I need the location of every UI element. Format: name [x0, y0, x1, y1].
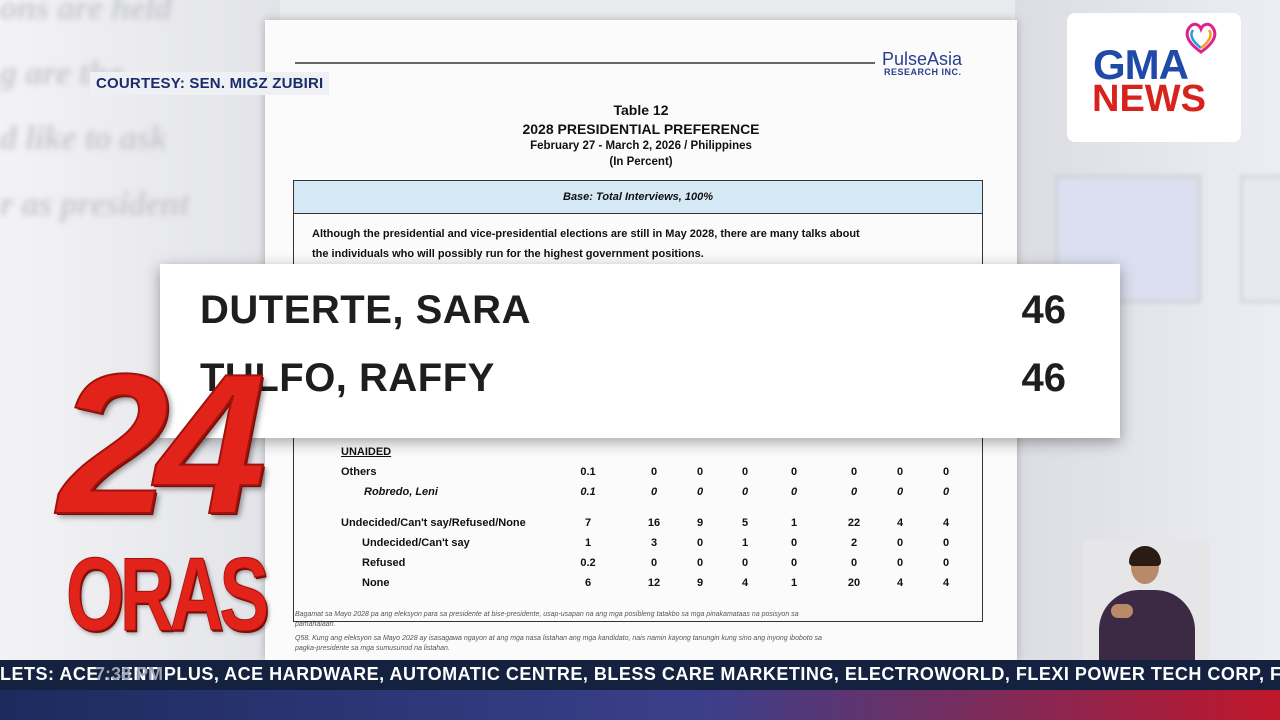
row-value: 0	[896, 486, 904, 498]
candidate-value: 46	[1021, 356, 1067, 400]
header-rule	[295, 62, 875, 64]
table-row: None 6 12 9 4 1 20 4 4	[294, 577, 982, 593]
intro-line: Although the presidential and vice-presi…	[312, 228, 860, 240]
row-value: 0	[696, 557, 704, 569]
row-value: 1	[790, 517, 798, 529]
row-label: Refused	[362, 557, 406, 569]
row-value: 9	[696, 577, 704, 589]
row-value: 0	[896, 537, 904, 549]
row-value: 0	[790, 486, 798, 498]
footnote-line: pagka-presidente sa mga sumusunod na lis…	[295, 645, 450, 652]
row-value: 1	[741, 537, 749, 549]
table-row: Refused 0.2 0 0 0 0 0 0 0	[294, 557, 982, 573]
interpreter-hair	[1129, 546, 1161, 566]
row-value: 0	[942, 486, 950, 498]
row-value: 3	[650, 537, 658, 549]
row-value: 4	[741, 577, 749, 589]
row-value: 4	[896, 517, 904, 529]
section-label: UNAIDED	[341, 446, 392, 458]
row-value: 4	[896, 577, 904, 589]
news-ticker: LETS: ACE ...ENT PLUS, ACE HARDWARE, AUT…	[0, 660, 1280, 690]
gma-news-logo: GMA NEWS	[1067, 13, 1241, 142]
row-value: 0	[741, 557, 749, 569]
row-value: 0.1	[580, 486, 596, 498]
table-title: 2028 PRESIDENTIAL PREFERENCE	[522, 121, 760, 137]
row-value: 0.1	[580, 466, 596, 478]
row-value: 0	[942, 466, 950, 478]
row-value: 0	[741, 466, 749, 478]
row-value: 0	[896, 466, 904, 478]
candidate-value: 46	[1021, 288, 1067, 332]
table-row: Undecided/Can't say 1 3 0 1 0 2 0 0	[294, 537, 982, 553]
intro-text: Although the presidential and vice-presi…	[312, 224, 952, 264]
background-blur-box	[1240, 175, 1280, 303]
row-value: 0	[790, 537, 798, 549]
table-row: Others 0.1 0 0 0 0 0 0 0	[294, 466, 982, 482]
row-value: 0	[790, 557, 798, 569]
row-value: 0	[850, 466, 858, 478]
row-value: 0	[741, 486, 749, 498]
pulseasia-logo: PulseAsia	[882, 49, 963, 69]
row-value: 0	[696, 486, 704, 498]
footnote: Bagamat sa Mayo 2028 pa ang eleksyon par…	[295, 610, 895, 654]
show-logo-word: ORAS	[66, 537, 270, 653]
ticker-time: 7:38 PM	[95, 664, 164, 684]
courtesy-label: COURTESY: SEN. MIGZ ZUBIRI	[90, 72, 330, 95]
interpreter-body	[1099, 590, 1195, 660]
interpreter-hand	[1111, 604, 1133, 618]
survey-date: February 27 - March 2, 2026 / Philippine…	[530, 140, 752, 152]
row-value: 6	[584, 577, 592, 589]
row-value: 0	[696, 466, 704, 478]
row-value: 1	[584, 537, 592, 549]
row-label: Others	[341, 466, 377, 478]
row-value: 4	[942, 517, 950, 529]
table-row: Robredo, Leni 0.1 0 0 0 0 0 0 0	[294, 486, 982, 502]
base-row: Base: Total Interviews, 100%	[294, 181, 982, 214]
footnote-line: Bagamat sa Mayo 2028 pa ang eleksyon par…	[295, 611, 799, 618]
table-unit: (In Percent)	[609, 156, 673, 168]
sign-language-interpreter	[1083, 540, 1209, 660]
pulseasia-logo-sub: RESEARCH INC.	[884, 67, 962, 77]
row-value: 22	[847, 517, 861, 529]
background-blur-text: d like to ask	[0, 120, 168, 157]
news-wordmark: NEWS	[1092, 78, 1206, 120]
row-value: 0	[896, 557, 904, 569]
table-number: Table 12	[613, 102, 669, 118]
row-label: Undecided/Can't say/Refused/None	[341, 517, 526, 529]
row-value: 0	[650, 557, 658, 569]
row-value: 0	[650, 486, 658, 498]
row-value: 4	[942, 577, 950, 589]
bottom-bar	[0, 690, 1280, 720]
row-value: 0	[650, 466, 658, 478]
row-value: 0	[696, 537, 704, 549]
row-value: 16	[647, 517, 661, 529]
background-blur-text: r as president	[0, 186, 189, 223]
row-value: 0	[790, 466, 798, 478]
row-value: 1	[790, 577, 798, 589]
row-value: 2	[850, 537, 858, 549]
row-value: 5	[741, 517, 749, 529]
table-row: Undecided/Can't say/Refused/None 7 16 9 5 1 22…	[294, 517, 982, 533]
row-label: Undecided/Can't say	[362, 537, 470, 549]
row-value: 0	[850, 486, 858, 498]
row-value: 20	[847, 577, 861, 589]
row-value: 0.2	[580, 557, 596, 569]
row-value: 12	[647, 577, 661, 589]
candidate-name: DUTERTE, SARA	[200, 288, 531, 332]
highlight-overlay: DUTERTE, SARA 46 TULFO, RAFFY 46	[160, 264, 1120, 438]
row-value: 0	[942, 557, 950, 569]
row-label: None	[362, 577, 390, 589]
footnote-line: pamahalaan.	[295, 621, 336, 628]
footnote-line: Q58. Kung ang eleksyon sa Mayo 2028 ay i…	[295, 635, 822, 642]
row-value: 0	[850, 557, 858, 569]
show-logo-number: 24	[57, 333, 268, 556]
ticker-text: LETS: ACE ...ENT PLUS, ACE HARDWARE, AUT…	[0, 664, 1280, 684]
row-value: 7	[584, 517, 592, 529]
row-value: 0	[942, 537, 950, 549]
row-value: 9	[696, 517, 704, 529]
row-label: Robredo, Leni	[364, 486, 438, 498]
intro-line: the individuals who will possibly run fo…	[312, 248, 704, 260]
background-blur-text: ons are held	[0, 0, 172, 27]
